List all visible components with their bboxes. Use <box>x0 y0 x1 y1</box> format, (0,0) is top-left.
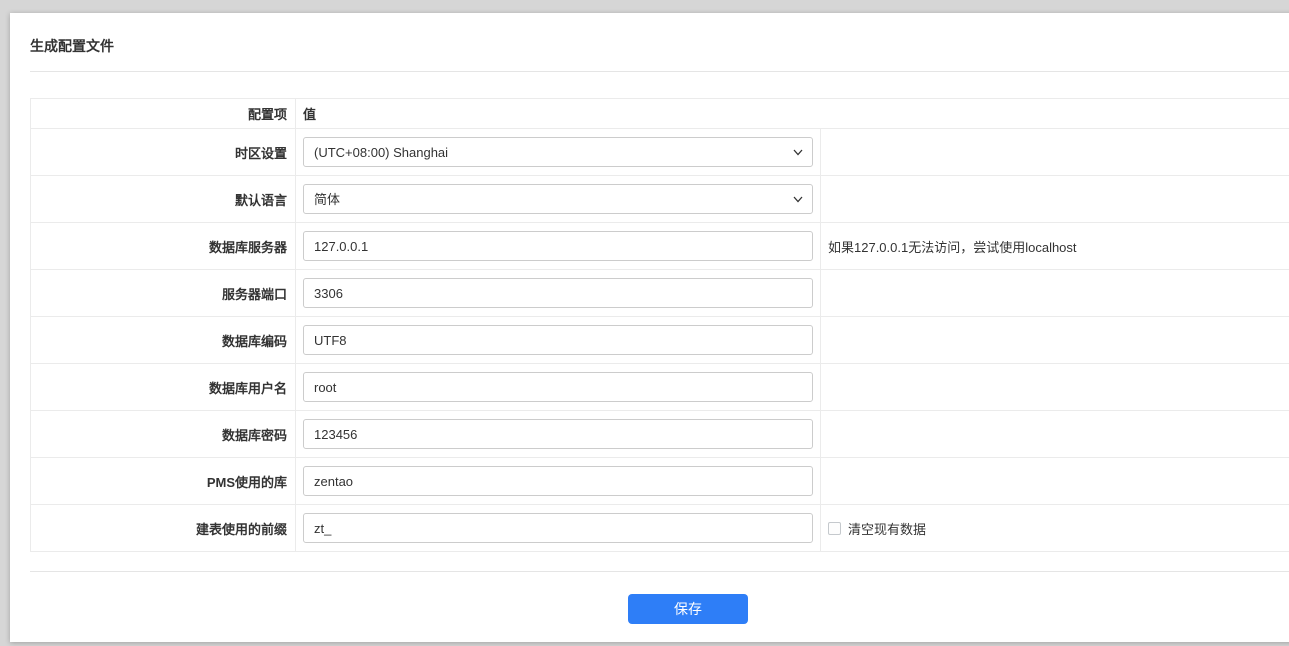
db-host-input[interactable] <box>303 231 813 261</box>
db-user-label: 数据库用户名 <box>30 363 296 411</box>
db-port-input[interactable] <box>303 278 813 308</box>
db-name-input[interactable] <box>303 466 813 496</box>
table-row: 数据库编码 <box>30 316 1289 364</box>
timezone-select[interactable]: (UTC+08:00) Shanghai <box>303 137 813 167</box>
db-encoding-label: 数据库编码 <box>30 316 296 364</box>
page-title: 生成配置文件 <box>30 38 114 54</box>
db-password-input[interactable] <box>303 419 813 449</box>
timezone-label: 时区设置 <box>30 128 296 176</box>
config-table: 配置项 值 时区设置 (UTC+08:00) Shanghai 默认语言 简体 … <box>30 98 1289 552</box>
table-row: 服务器端口 <box>30 269 1289 317</box>
db-host-label: 数据库服务器 <box>30 222 296 270</box>
default-language-label: 默认语言 <box>30 175 296 223</box>
db-encoding-input[interactable] <box>303 325 813 355</box>
table-row: 建表使用的前缀 清空现有数据 <box>30 504 1289 552</box>
config-content: 生成配置文件 配置项 值 时区设置 (UTC+08:00) Shanghai 默… <box>10 13 1289 624</box>
table-prefix-input[interactable] <box>303 513 813 543</box>
title-divider <box>30 71 1289 72</box>
config-card: 生成配置文件 配置项 值 时区设置 (UTC+08:00) Shanghai 默… <box>10 13 1289 642</box>
table-row: 默认语言 简体 <box>30 175 1289 223</box>
db-host-hint: 如果127.0.0.1无法访问，尝试使用localhost <box>820 222 1289 270</box>
table-row: 数据库用户名 <box>30 363 1289 411</box>
db-password-label: 数据库密码 <box>30 410 296 458</box>
default-language-select[interactable]: 简体 <box>303 184 813 214</box>
clear-data-checkbox[interactable] <box>828 521 841 535</box>
table-row: 时区设置 (UTC+08:00) Shanghai <box>30 128 1289 176</box>
db-port-label: 服务器端口 <box>30 269 296 317</box>
table-prefix-label: 建表使用的前缀 <box>30 504 296 552</box>
table-header-row: 配置项 值 <box>30 98 1289 129</box>
header-config-item: 配置项 <box>30 98 296 129</box>
table-row: PMS使用的库 <box>30 457 1289 505</box>
table-row: 数据库密码 <box>30 410 1289 458</box>
header-value: 值 <box>295 98 1289 129</box>
db-name-label: PMS使用的库 <box>30 457 296 505</box>
footer-divider <box>30 571 1289 572</box>
db-user-input[interactable] <box>303 372 813 402</box>
actions-bar: 保存 <box>30 594 1289 624</box>
save-button[interactable]: 保存 <box>628 594 748 624</box>
clear-data-checkbox-label: 清空现有数据 <box>848 521 927 537</box>
table-row: 数据库服务器 如果127.0.0.1无法访问，尝试使用localhost <box>30 222 1289 270</box>
